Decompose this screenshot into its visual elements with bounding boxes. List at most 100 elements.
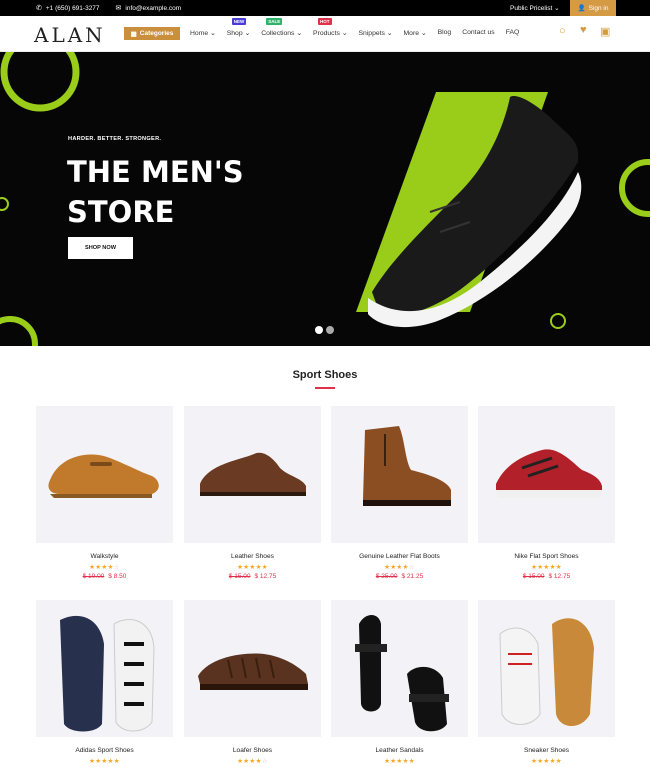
product-card[interactable]: Walkstyle ★★★★☆ $ 10.00 $ 8.50: [36, 406, 173, 580]
green-ring-small: [550, 313, 566, 329]
star-icon: ☆: [408, 564, 415, 571]
product-rating: ★★★★★: [331, 757, 468, 765]
main-navigation: ALAN ▦ Categories Home ⌄ Shop ⌄ NEW Collect…: [0, 16, 650, 52]
old-price: $ 25.00: [375, 573, 398, 580]
chevron-down-icon: ⌄: [419, 30, 427, 37]
green-ring-bottom-left: [0, 316, 38, 346]
nav-item-snippets[interactable]: Snippets ⌄: [358, 29, 392, 37]
slider-dots: [315, 326, 334, 334]
chevron-down-icon: ⌄: [208, 30, 216, 37]
product-rating: ★★★★☆: [331, 563, 468, 571]
product-rating: ★★★★☆: [184, 757, 321, 765]
product-name[interactable]: Adidas Sport Shoes: [36, 747, 173, 754]
hero-heading: THE MEN'S STORE: [67, 152, 287, 232]
product-card[interactable]: Loafer Shoes ★★★★☆: [184, 600, 321, 765]
product-image[interactable]: [184, 406, 321, 543]
product-image[interactable]: [331, 600, 468, 737]
product-name[interactable]: Nike Flat Sport Shoes: [478, 553, 615, 560]
chevron-down-icon: ⌄: [242, 30, 251, 37]
hero-banner: HARDER. BETTER. STRONGER. THE MEN'S STOR…: [0, 52, 650, 346]
product-price: $ 25.00 $ 21.25: [331, 573, 468, 580]
nav-menu: Home ⌄ Shop ⌄ NEW Collections ⌄ SALE Products…: [190, 18, 530, 37]
green-ring-tiny: [0, 197, 9, 211]
top-bar: ✆ +1 (650) 691-3277 ✉ info@example.com P…: [0, 0, 650, 16]
product-card[interactable]: Leather Shoes ★★★★★ $ 15.00 $ 12.75: [184, 406, 321, 580]
chevron-down-icon: ⌄: [339, 30, 348, 37]
product-price: $ 10.00 $ 8.50: [36, 573, 173, 580]
email-link[interactable]: info@example.com: [125, 5, 181, 12]
old-price: $ 15.00: [228, 573, 251, 580]
nav-item-blog[interactable]: Blog: [438, 29, 452, 37]
shop-now-button[interactable]: SHOP NOW: [68, 237, 133, 259]
product-card[interactable]: Adidas Sport Shoes ★★★★★: [36, 600, 173, 765]
star-icon: ☆: [261, 758, 268, 765]
nav-item-home[interactable]: Home ⌄: [190, 29, 216, 37]
product-card[interactable]: Sneaker Shoes ★★★★★: [478, 600, 615, 765]
nav-item-label: Collections: [261, 30, 295, 37]
product-name[interactable]: Sneaker Shoes: [478, 747, 615, 754]
nav-item-label: More: [403, 30, 420, 37]
nav-item-contact-us[interactable]: Contact us: [462, 29, 495, 37]
product-rating: ★★★★☆: [36, 563, 173, 571]
nav-item-products[interactable]: Products ⌄ HOT: [313, 18, 348, 37]
categories-button[interactable]: ▦ Categories: [124, 27, 180, 40]
chevron-down-icon: ⌄: [294, 30, 303, 37]
product-name[interactable]: Walkstyle: [36, 553, 173, 560]
product-image[interactable]: [478, 600, 615, 737]
product-name[interactable]: Loafer Shoes: [184, 747, 321, 754]
green-ring-right: [619, 159, 650, 217]
product-rating: ★★★★★: [36, 757, 173, 765]
star-icon: ☆: [113, 564, 120, 571]
hero-heading-line2: STORE: [67, 195, 175, 229]
nav-item-label: Contact us: [462, 29, 495, 36]
nav-item-label: Products: [313, 30, 340, 37]
product-image[interactable]: [331, 406, 468, 543]
pricelist-label: Public Pricelist: [510, 5, 553, 12]
product-rating: ★★★★★: [478, 563, 615, 571]
product-image[interactable]: [36, 600, 173, 737]
product-card[interactable]: Nike Flat Sport Shoes ★★★★★ $ 15.00 $ 12.75: [478, 406, 615, 580]
nav-item-more[interactable]: More ⌄: [404, 29, 427, 37]
slider-dot-1[interactable]: [315, 326, 323, 334]
pricelist-dropdown[interactable]: Public Pricelist ⌄: [510, 4, 560, 12]
grid-icon: ▦: [130, 30, 137, 38]
sign-in-label: Sign in: [588, 4, 609, 12]
nav-badge: NEW: [231, 18, 247, 25]
product-rating: ★★★★★: [478, 757, 615, 765]
product-image[interactable]: [478, 406, 615, 543]
nav-badge: HOT: [318, 18, 332, 25]
old-price: $ 10.00: [82, 573, 105, 580]
sale-price: $ 21.25: [401, 573, 424, 580]
star-icon: ★: [261, 564, 268, 571]
product-card[interactable]: Leather Sandals ★★★★★: [331, 600, 468, 765]
wishlist-icon[interactable]: ♥: [580, 24, 587, 36]
chevron-down-icon: ⌄: [554, 5, 560, 12]
nav-item-collections[interactable]: Collections ⌄ SALE: [261, 18, 303, 37]
old-price: $ 15.00: [522, 573, 545, 580]
product-name[interactable]: Leather Sandals: [331, 747, 468, 754]
nav-item-shop[interactable]: Shop ⌄ NEW: [227, 18, 251, 37]
nav-item-label: Snippets: [358, 30, 385, 37]
phone-number[interactable]: +1 (650) 691-3277: [46, 5, 100, 12]
nav-item-faq[interactable]: FAQ: [506, 29, 520, 37]
product-card[interactable]: Genuine Leather Flat Boots ★★★★☆ $ 25.00 $ …: [331, 406, 468, 580]
product-image[interactable]: [184, 600, 321, 737]
mail-icon: ✉: [115, 5, 122, 12]
product-name[interactable]: Leather Shoes: [184, 553, 321, 560]
cart-icon[interactable]: ▣: [600, 25, 610, 38]
product-price: $ 15.00 $ 12.75: [478, 573, 615, 580]
star-icon: ★: [113, 758, 120, 765]
site-logo[interactable]: ALAN: [34, 23, 106, 47]
slider-dot-2[interactable]: [326, 326, 334, 334]
phone-icon: ✆: [36, 5, 42, 12]
nav-item-label: Blog: [437, 29, 452, 36]
star-icon: ★: [408, 758, 415, 765]
nav-item-label: FAQ: [505, 29, 520, 36]
nav-badge: SALE: [266, 18, 283, 25]
search-icon[interactable]: ○: [559, 25, 566, 37]
product-image[interactable]: [36, 406, 173, 543]
sale-price: $ 12.75: [254, 573, 277, 580]
product-name[interactable]: Genuine Leather Flat Boots: [331, 553, 468, 560]
categories-label: Categories: [139, 30, 174, 37]
sign-in-button[interactable]: 👤 Sign in: [570, 0, 616, 16]
